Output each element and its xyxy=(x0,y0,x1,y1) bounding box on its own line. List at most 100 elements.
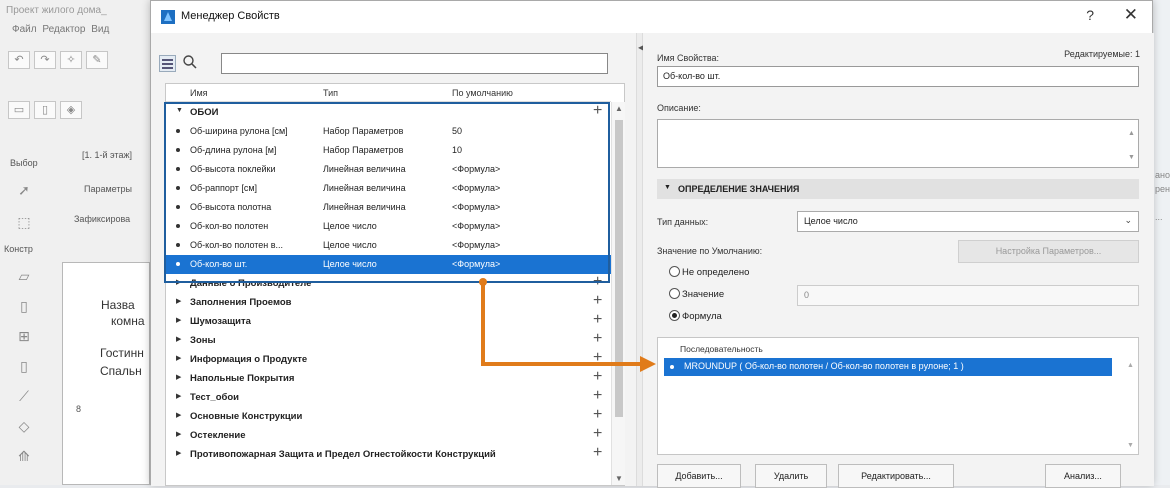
formula-row-selected[interactable]: MROUNDUP ( Об-кол-во полотен / Об-кол-во… xyxy=(664,358,1112,376)
undo-icon[interactable]: ↶ xyxy=(8,51,30,69)
add-property-icon[interactable]: + xyxy=(593,330,602,348)
description-scrollbar[interactable]: ▲ ▼ xyxy=(1126,120,1138,167)
sequence-scrollbar[interactable]: ▲ ▼ xyxy=(1124,338,1138,454)
add-property-icon[interactable]: + xyxy=(593,387,602,405)
table-row[interactable]: Об-кол-во полотен в... Целое число <Форм… xyxy=(166,236,611,255)
table-row-selected[interactable]: Об-кол-во шт. Целое число <Формула> xyxy=(166,255,611,274)
radio-icon[interactable] xyxy=(669,266,680,277)
expand-arrow-icon[interactable]: ▶ xyxy=(176,278,181,286)
description-textarea[interactable]: ▲ ▼ xyxy=(657,119,1139,168)
group-row[interactable]: ▶ Информация о Продукте + xyxy=(166,349,611,369)
expand-arrow-icon[interactable]: ▶ xyxy=(176,297,181,305)
group-row[interactable]: ▶ Заполнения Проемов + xyxy=(166,292,611,312)
table-scrollbar[interactable]: ▲ ▼ xyxy=(611,102,625,485)
group-row[interactable]: ▶ Зоны + xyxy=(166,330,611,350)
group-row-wallpaper[interactable]: ▼ ОБОИ + xyxy=(166,102,611,122)
analyze-button[interactable]: Анализ... xyxy=(1045,464,1121,488)
scroll-down-icon[interactable]: ▼ xyxy=(1127,442,1134,449)
add-property-icon[interactable]: + xyxy=(593,444,602,462)
search-input[interactable] xyxy=(221,53,608,74)
expand-arrow-icon[interactable]: ▶ xyxy=(176,411,181,419)
expand-arrow-icon[interactable]: ▶ xyxy=(176,316,181,324)
slab-tool-icon[interactable]: ◇ xyxy=(14,416,34,436)
layout-icon[interactable]: ▭ xyxy=(8,101,30,119)
window-tool-icon[interactable]: ⊞ xyxy=(14,326,34,346)
add-property-icon[interactable]: + xyxy=(593,311,602,329)
radio-formula[interactable]: Формула xyxy=(669,310,722,322)
arrow-tool-icon[interactable]: ➚ xyxy=(14,180,34,200)
help-button[interactable]: ? xyxy=(1086,7,1094,23)
datatype-select[interactable]: Целое число ⌄ xyxy=(797,211,1139,232)
scroll-up-icon[interactable]: ▲ xyxy=(1127,362,1134,369)
frame-icon[interactable]: ▯ xyxy=(34,101,56,119)
redo-icon[interactable]: ↷ xyxy=(34,51,56,69)
table-row[interactable]: Об-высота поклейки Линейная величина <Фо… xyxy=(166,160,611,179)
dialog-titlebar[interactable]: Менеджер Свойств ? ✕ xyxy=(151,1,1152,33)
column-header-default[interactable]: По умолчанию xyxy=(452,88,513,98)
floor-label[interactable]: [1. 1-й этаж] xyxy=(82,150,132,160)
collapse-arrow-icon[interactable]: ▼ xyxy=(664,184,671,191)
radio-icon[interactable] xyxy=(669,288,680,299)
view-icon[interactable]: ◈ xyxy=(60,101,82,119)
scroll-up-icon[interactable]: ▲ xyxy=(1128,130,1135,137)
column-tool-icon[interactable]: ▯ xyxy=(14,356,34,376)
column-header-name[interactable]: Имя xyxy=(190,88,208,98)
table-row[interactable]: Об-ширина рулона [см] Набор Параметров 5… xyxy=(166,122,611,141)
add-property-icon[interactable]: + xyxy=(593,102,602,120)
group-row[interactable]: ▶ Противопожарная Защита и Предел Огнест… xyxy=(166,444,611,464)
params-label[interactable]: Параметры xyxy=(84,184,132,194)
group-row[interactable]: ▶ Шумозащита + xyxy=(166,311,611,331)
pencil-icon[interactable]: ✎ xyxy=(86,51,108,69)
expand-arrow-icon[interactable]: ▶ xyxy=(176,354,181,362)
add-property-icon[interactable]: + xyxy=(593,425,602,443)
radio-value[interactable]: Значение xyxy=(669,288,724,300)
radio-selected-icon[interactable] xyxy=(669,310,680,321)
expand-arrow-icon[interactable]: ▶ xyxy=(176,430,181,438)
expand-arrow-icon[interactable]: ▶ xyxy=(176,449,181,457)
table-row[interactable]: Об-длина рулона [м] Набор Параметров 10 xyxy=(166,141,611,160)
delete-button[interactable]: Удалить xyxy=(755,464,827,488)
add-button[interactable]: Добавить... xyxy=(657,464,741,488)
chevron-down-icon[interactable]: ⌄ xyxy=(1124,215,1132,226)
fixed-checkbox-label[interactable]: Зафиксирова xyxy=(74,214,130,224)
add-property-icon[interactable]: + xyxy=(593,406,602,424)
magic-wand-icon[interactable]: ✧ xyxy=(60,51,82,69)
marquee-tool-icon[interactable]: ⬚ xyxy=(14,212,34,232)
property-name-input[interactable]: Об-кол-во шт. xyxy=(657,66,1139,87)
group-row[interactable]: ▶ Данные о Производителе + xyxy=(166,273,611,293)
edit-button[interactable]: Редактировать... xyxy=(838,464,954,488)
add-property-icon[interactable]: + xyxy=(593,273,602,291)
group-row[interactable]: ▶ Основные Конструкции + xyxy=(166,406,611,426)
parameter-settings-button[interactable]: Настройка Параметров... xyxy=(958,240,1139,263)
expand-arrow-icon[interactable]: ▼ xyxy=(176,107,183,114)
value-definition-section[interactable]: ▼ ОПРЕДЕЛЕНИЕ ЗНАЧЕНИЯ xyxy=(657,179,1139,199)
expand-arrow-icon[interactable]: ▶ xyxy=(176,335,181,343)
door-tool-icon[interactable]: ▯ xyxy=(14,296,34,316)
search-icon[interactable] xyxy=(181,53,199,71)
group-row[interactable]: ▶ Остекление + xyxy=(166,425,611,445)
table-row[interactable]: Об-раппорт [см] Линейная величина <Форму… xyxy=(166,179,611,198)
background-menu-bar[interactable]: Файл Редактор Вид xyxy=(12,24,109,35)
scroll-up-icon[interactable]: ▲ xyxy=(615,104,623,113)
expand-arrow-icon[interactable]: ▶ xyxy=(176,392,181,400)
default-value-field[interactable]: 0 xyxy=(797,285,1139,306)
table-row[interactable]: Об-высота полотна Линейная величина <Фор… xyxy=(166,198,611,217)
close-button[interactable]: ✕ xyxy=(1124,5,1138,25)
column-header-type[interactable]: Тип xyxy=(323,88,338,98)
scrollbar-thumb[interactable] xyxy=(615,120,623,417)
table-row[interactable]: Об-кол-во полотен Целое число <Формула> xyxy=(166,217,611,236)
pane-splitter[interactable]: ◀ xyxy=(636,33,644,486)
group-row[interactable]: ▶ Напольные Покрытия + xyxy=(166,368,611,388)
stair-tool-icon[interactable]: ⟰ xyxy=(14,446,34,466)
add-property-icon[interactable]: + xyxy=(593,368,602,386)
add-property-icon[interactable]: + xyxy=(593,349,602,367)
add-property-icon[interactable]: + xyxy=(593,292,602,310)
tree-view-toggle-icon[interactable] xyxy=(159,55,176,72)
wall-tool-icon[interactable]: ▱ xyxy=(14,266,34,286)
scroll-down-icon[interactable]: ▼ xyxy=(1128,154,1135,161)
beam-tool-icon[interactable]: ⟋ xyxy=(14,386,34,406)
group-row[interactable]: ▶ Тест_обои + xyxy=(166,387,611,407)
scroll-down-icon[interactable]: ▼ xyxy=(615,474,623,483)
radio-undefined[interactable]: Не определено xyxy=(669,266,749,278)
expand-arrow-icon[interactable]: ▶ xyxy=(176,373,181,381)
